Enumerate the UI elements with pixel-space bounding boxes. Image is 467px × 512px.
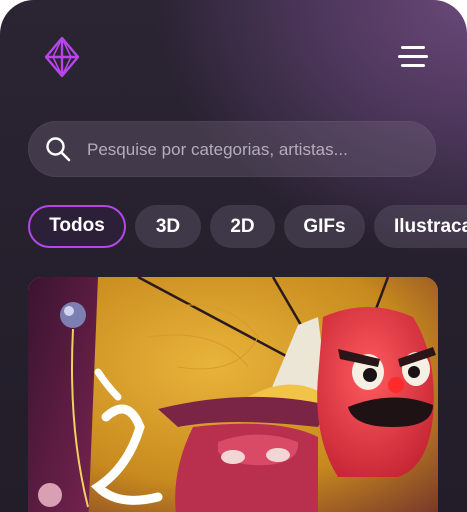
- hamburger-menu-icon[interactable]: [398, 46, 428, 68]
- chip-2d[interactable]: 2D: [210, 205, 275, 248]
- category-filter-bar: Todos 3D 2D GIFs Ilustraca: [28, 205, 467, 248]
- chip-todos[interactable]: Todos: [28, 205, 126, 248]
- app-screen: Todos 3D 2D GIFs Ilustraca: [0, 0, 467, 512]
- chip-ilustracao[interactable]: Ilustraca: [374, 205, 467, 248]
- featured-artwork-card[interactable]: [28, 277, 438, 512]
- search-input[interactable]: [85, 122, 419, 178]
- chip-gifs[interactable]: GIFs: [284, 205, 365, 248]
- artwork-illustration: [28, 277, 438, 512]
- search-icon: [46, 137, 71, 162]
- diamond-logo-icon[interactable]: [44, 36, 80, 78]
- search-bar[interactable]: [28, 121, 436, 178]
- chip-3d[interactable]: 3D: [135, 205, 201, 248]
